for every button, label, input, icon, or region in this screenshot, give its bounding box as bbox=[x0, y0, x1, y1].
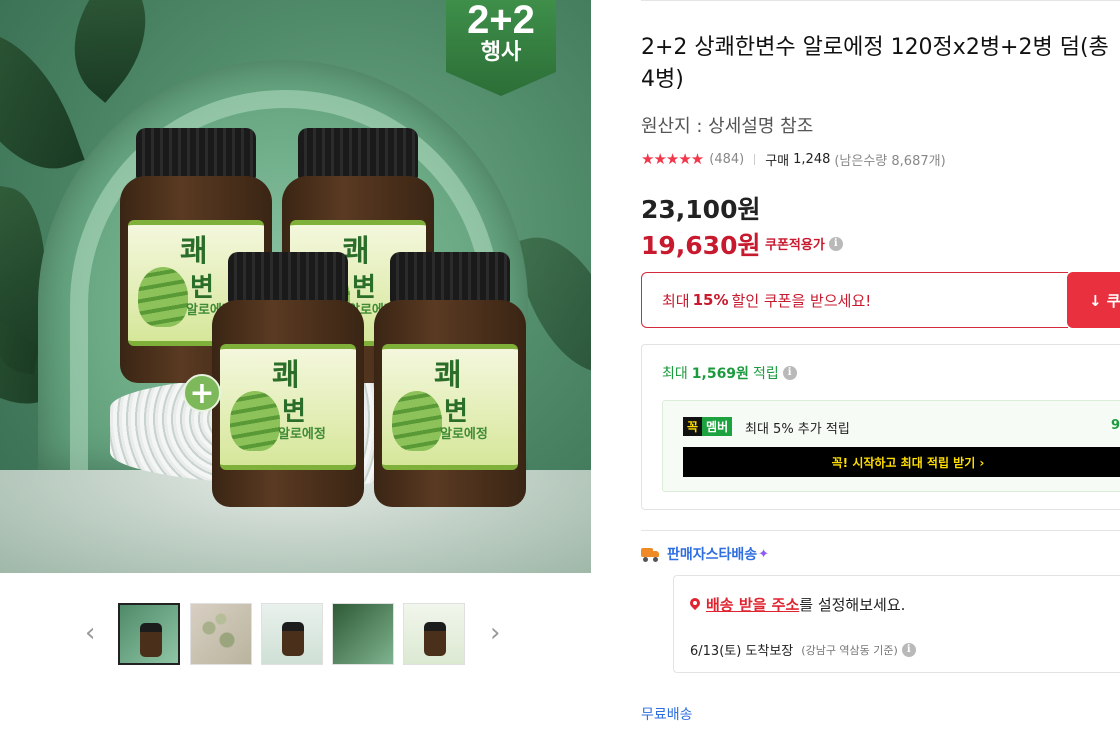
purchase-count: 1,248 bbox=[793, 151, 831, 167]
jar-label: 쾌 변 알로에정 bbox=[382, 344, 518, 470]
thumbnail-jar-image bbox=[282, 622, 304, 656]
thumbnail-2[interactable] bbox=[190, 603, 252, 665]
aloe-illustration bbox=[138, 267, 188, 327]
divider bbox=[754, 153, 756, 165]
product-jar: 쾌 변 알로에정 bbox=[212, 252, 364, 507]
sale-price: 19,630원 bbox=[641, 231, 761, 260]
divider bbox=[641, 0, 1120, 1]
membership-badge-m: 멤버 bbox=[702, 417, 733, 436]
promo-badge-main: 2+2 bbox=[467, 0, 535, 42]
purchase-label: 구매 bbox=[765, 153, 790, 169]
jar-cap bbox=[228, 252, 348, 304]
divider bbox=[641, 530, 1120, 531]
membership-amount: 9 bbox=[1111, 418, 1120, 433]
jar-subtitle: 알로에정 bbox=[278, 427, 326, 442]
coupon-price-tag: 쿠폰적용가 i bbox=[765, 234, 843, 253]
original-price: 23,100원 bbox=[641, 195, 761, 224]
coupon-price-label: 쿠폰적용가 bbox=[765, 238, 825, 253]
membership-start-button[interactable]: 꼭! 시작하고 최대 적립 받기 › bbox=[683, 447, 1120, 477]
aloe-illustration bbox=[392, 391, 442, 451]
jar-title: 쾌 bbox=[434, 358, 462, 393]
truck-icon bbox=[641, 546, 663, 562]
arrival-guarantee: 6/13(토) 도착보장 (강남구 역삼동 기준) i bbox=[690, 640, 916, 659]
seller-star-label: 판매자스타배송 bbox=[667, 547, 758, 563]
coupon-prefix: 최대 bbox=[662, 291, 690, 310]
address-prompt-suffix: 를 설정해보세요. bbox=[799, 596, 906, 614]
thumbnail-prev-button[interactable]: ‹ bbox=[85, 620, 95, 646]
membership-badge: 꼭 멤버 bbox=[683, 417, 733, 436]
plus-icon: + bbox=[183, 374, 221, 412]
delivery-address-box: 배송 받을 주소 를 설정해보세요. 6/13(토) 도착보장 (강남구 역삼동… bbox=[673, 575, 1120, 673]
review-count-link[interactable]: (484) bbox=[709, 152, 744, 167]
reward-suffix: 적립 bbox=[752, 366, 779, 382]
reward-amount: 1,569원 bbox=[691, 366, 749, 382]
arrival-date: 6/13(토) 도착보장 bbox=[690, 644, 794, 659]
jar-cap bbox=[390, 252, 510, 304]
promo-badge-sub: 행사 bbox=[480, 40, 522, 65]
rating-row: ★★★★★ (484) 구매 1,248 (남은수량 8,687개) bbox=[641, 150, 946, 169]
membership-benefit: 최대 5% 추가 적립 bbox=[745, 422, 850, 437]
thumbnail-3[interactable] bbox=[261, 603, 323, 665]
leaf-decoration bbox=[44, 0, 176, 103]
product-info-panel: 2+2 상쾌한변수 알로에정 120정x2병+2병 덤(총4병) 원산지 : 상… bbox=[641, 0, 1120, 738]
reward-prefix: 최대 bbox=[662, 366, 688, 382]
info-icon[interactable]: i bbox=[782, 366, 797, 380]
jar-label: 쾌 변 알로에정 bbox=[220, 344, 356, 470]
jar-cap bbox=[136, 128, 256, 180]
seller-star-delivery: 판매자스타배송 ✦ bbox=[641, 544, 769, 564]
coupon-download-button[interactable]: ↓ 쿠 bbox=[1067, 272, 1120, 328]
rating-stars-icon[interactable]: ★★★★★ bbox=[641, 150, 704, 168]
address-prompt: 배송 받을 주소 를 설정해보세요. bbox=[690, 594, 905, 615]
set-address-link[interactable]: 배송 받을 주소 bbox=[706, 594, 799, 615]
jar-subtitle: 알로에정 bbox=[440, 427, 488, 442]
product-title: 2+2 상쾌한변수 알로에정 120정x2병+2병 덤(총4병) bbox=[641, 35, 1109, 92]
reward-line: 최대 1,569원 적립 i bbox=[662, 363, 797, 383]
product-origin: 원산지 : 상세설명 참조 bbox=[641, 116, 814, 137]
info-icon[interactable]: i bbox=[901, 642, 916, 657]
promo-badge: 2+2 행사 bbox=[446, 0, 556, 96]
coupon-suffix: 할인 쿠폰을 받으세요! bbox=[731, 291, 872, 310]
jar-title: 쾌 bbox=[272, 358, 300, 393]
location-pin-icon bbox=[690, 598, 700, 611]
thumbnail-jar-image bbox=[424, 622, 446, 656]
membership-box: 꼭 멤버 최대 5% 추가 적립 9 꼭! 시작하고 최대 적립 받기 › bbox=[662, 400, 1120, 492]
stock-remaining: (남은수량 8,687개) bbox=[834, 153, 946, 169]
coupon-percent: 15% bbox=[692, 291, 729, 309]
product-main-image[interactable]: 2+2 행사 쾌 변 알로에정 쾌 변 알로에정 쾌 변 알로에정 쾌 변 알로… bbox=[0, 0, 591, 573]
thumbnail-5[interactable] bbox=[403, 603, 465, 665]
sparkle-icon: ✦ bbox=[758, 546, 770, 562]
thumbnail-next-button[interactable]: › bbox=[490, 620, 500, 646]
product-jar: 쾌 변 알로에정 bbox=[374, 252, 526, 507]
membership-badge-k: 꼭 bbox=[683, 417, 703, 436]
thumbnail-jar-image bbox=[140, 623, 162, 657]
reward-section: 최대 1,569원 적립 i 꼭 멤버 최대 5% 추가 적립 9 꼭! 시작하… bbox=[641, 344, 1120, 510]
leaf-decoration bbox=[0, 9, 85, 191]
jar-cap bbox=[298, 128, 418, 180]
info-icon[interactable]: i bbox=[828, 236, 843, 251]
jar-title: 쾌 bbox=[180, 234, 208, 269]
arrival-note: (강남구 역삼동 기준) bbox=[801, 643, 898, 657]
thumbnail-4[interactable] bbox=[332, 603, 394, 665]
free-shipping-link[interactable]: 무료배송 bbox=[641, 704, 693, 724]
thumbnail-1[interactable] bbox=[118, 603, 180, 665]
aloe-illustration bbox=[230, 391, 280, 451]
coupon-banner[interactable]: 최대 15% 할인 쿠폰을 받으세요! bbox=[641, 272, 1068, 328]
